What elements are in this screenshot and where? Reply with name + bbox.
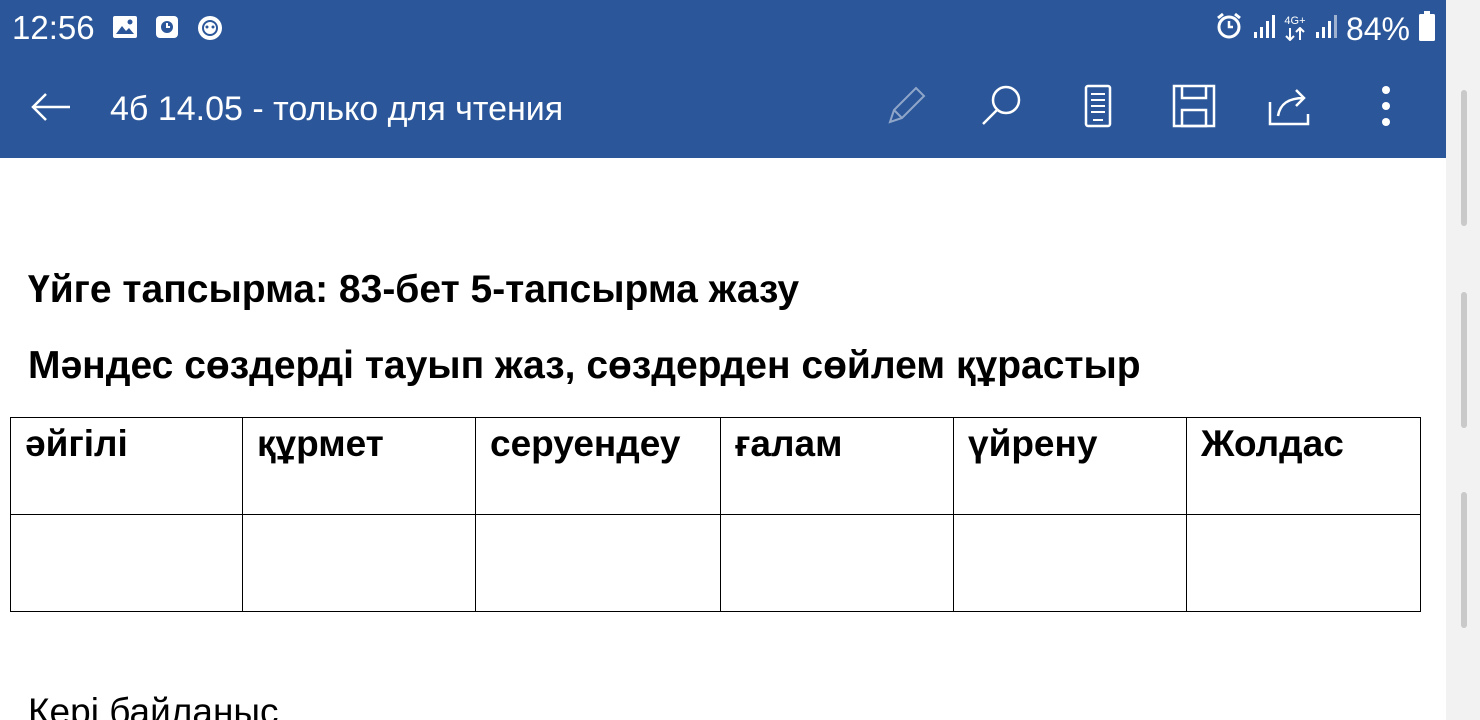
app-bar: 4б 14.05 - только для чтения [0, 56, 1446, 158]
image-icon [112, 14, 138, 47]
task-heading: Мәндес сөздерді тауып жаз, сөздерден сөй… [28, 344, 1141, 387]
feedback-heading: Кері байланыс [28, 691, 279, 720]
shield-app-icon [196, 14, 224, 47]
app-window: 12:56 4G+ 84% 4б 14.05 - только для чтен… [0, 0, 1480, 720]
scrollbar-thumb[interactable] [1461, 292, 1467, 428]
table-cell: үйрену [953, 417, 1187, 515]
scrollbar-thumb[interactable] [1461, 90, 1467, 226]
mobile-view-icon[interactable] [1072, 80, 1124, 132]
table-cell [475, 514, 721, 612]
save-icon[interactable] [1168, 80, 1220, 132]
share-icon[interactable] [1264, 80, 1316, 132]
synonyms-table: әйгілі құрмет серуендеу ғалам үйрену Жол… [10, 417, 1421, 612]
table-cell: серуендеу [475, 417, 721, 515]
table-cell [242, 514, 476, 612]
table-cell [1186, 514, 1421, 612]
top-bar: 12:56 4G+ 84% 4б 14.05 - только для чтен… [0, 0, 1446, 158]
table-cell: ғалам [720, 417, 954, 515]
signal-icon [1314, 12, 1338, 45]
alarm-icon [1214, 11, 1244, 46]
homework-heading: Үйге тапсырма: 83-бет 5-тапсырма жазу [28, 268, 800, 311]
more-vert-icon[interactable] [1360, 80, 1412, 132]
table-cell: әйгілі [10, 417, 243, 515]
status-right-icons: 4G+ 84% [1214, 10, 1436, 47]
status-time: 12:56 [12, 9, 95, 46]
battery-icon [1418, 10, 1436, 47]
table-cell [720, 514, 954, 612]
4g-data-icon: 4G+ [1284, 16, 1306, 41]
network-type-label: 4G+ [1284, 15, 1306, 27]
back-arrow-icon[interactable] [26, 82, 76, 132]
status-left-icons [112, 14, 224, 47]
clock-app-icon [154, 14, 180, 47]
table-row: әйгілі құрмет серуендеу ғалам үйрену Жол… [10, 417, 1421, 515]
scrollbar-thumb[interactable] [1461, 492, 1467, 628]
battery-percent: 84% [1345, 10, 1410, 47]
signal-icon [1252, 12, 1276, 45]
table-cell [10, 514, 243, 612]
table-cell: Жолдас [1186, 417, 1421, 515]
search-icon[interactable] [976, 80, 1028, 132]
pencil-icon[interactable] [880, 80, 932, 132]
document-page: Үйге тапсырма: 83-бет 5-тапсырма жазу Мә… [0, 158, 1446, 720]
document-title: 4б 14.05 - только для чтения [110, 90, 564, 128]
table-cell: құрмет [242, 417, 476, 515]
table-cell [953, 514, 1187, 612]
status-bar: 12:56 4G+ 84% [0, 0, 1446, 56]
table-row [10, 514, 1421, 612]
